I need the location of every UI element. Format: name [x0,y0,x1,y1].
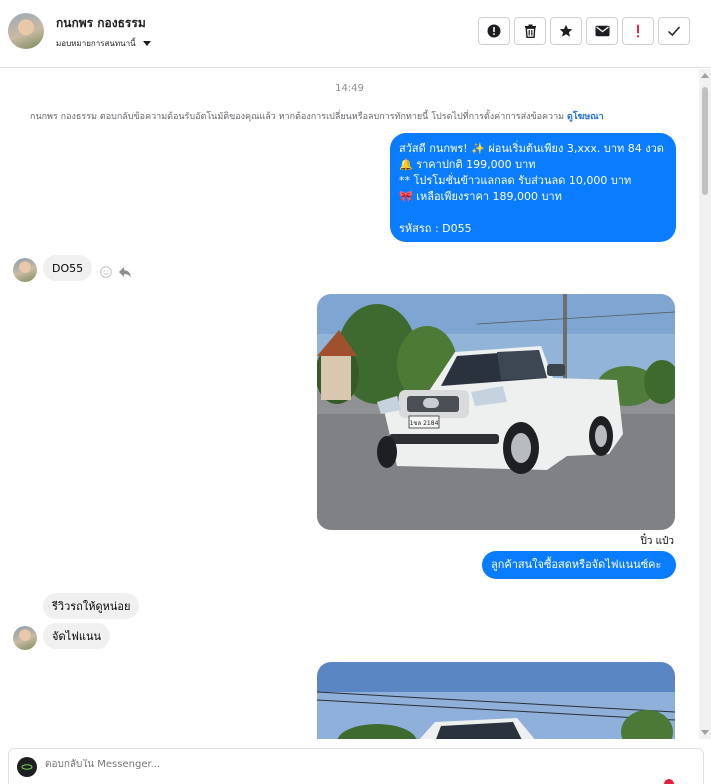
scroll-up-arrow-icon[interactable] [701,73,709,78]
reply-input[interactable] [45,759,545,770]
alert-circle-icon [487,24,501,38]
delete-button[interactable] [514,17,546,45]
scrollbar-thumb[interactable] [702,87,708,195]
thread-scrollbar[interactable] [699,69,711,739]
greeting-line: รหัสรถ : D055 [399,222,472,235]
outgoing-message[interactable]: ลูกค้าสนใจซื้อสดหรือจัดไฟแนนซ์คะ [482,551,676,579]
envelope-icon [595,25,609,37]
reply-composer [8,748,704,784]
sender-label: ปิ๋ว แป๋ว [640,536,674,547]
assign-conversation-dropdown[interactable]: มอบหมายการสนทนานี้ [56,37,151,50]
scroll-down-arrow-icon[interactable] [701,730,709,735]
incoming-message[interactable]: รีวิวรถให้ดูหน่อย [43,593,140,619]
trash-icon [524,24,536,38]
assign-label: มอบหมายการสนทนานี้ [56,39,136,48]
license-plate: 1ขล 2184 [410,420,439,427]
report-button[interactable] [478,17,510,45]
caret-down-icon [142,41,151,46]
star-icon [559,24,573,37]
page-avatar [17,757,37,777]
contact-name[interactable]: กนกพร กองธรรม [56,14,146,33]
message-timestamp: 14:49 [335,83,364,94]
greeting-line [399,205,667,221]
greeting-line: สวัสดี กนกพร! ✨ ผ่อนเริ่มต้นเพียง 3,xxx.… [399,142,664,155]
view-ad-link[interactable]: ดูโฆษณา [567,112,604,122]
notification-indicator [664,779,674,784]
system-note-text: กนกพร กองธรรม ตอบกลับข้อความด้อนรับอัตโน… [30,112,565,122]
contact-avatar[interactable] [8,13,44,49]
header-actions [478,17,690,45]
pickup-truck-image: 1ขล 2184 [317,294,675,530]
incoming-message[interactable]: DO55 [43,255,93,281]
check-icon [667,26,681,37]
system-note: กนกพร กองธรรม ตอบกลับข้อความด้อนรับอัตโน… [30,109,670,123]
spam-button[interactable] [622,17,654,45]
conversation-header: กนกพร กองธรรม มอบหมายการสนทนานี้ [0,0,711,68]
reply-icon[interactable] [118,266,132,278]
exclamation-icon [636,24,640,38]
contact-avatar-small[interactable] [13,258,37,282]
mark-unread-button[interactable] [586,17,618,45]
vehicle-photo[interactable] [317,662,675,739]
greeting-line: ** โปรโมชั่นข้าวแลกลด รับส่วนลด 10,000 บ… [399,174,632,187]
smiley-icon[interactable] [100,266,112,278]
greeting-line: 🎀 เหลือเพียงราคา 189,000 บาท [399,190,562,203]
brand-logo-icon [21,764,33,770]
message-thread[interactable]: 14:49 กนกพร กองธรรม ตอบกลับข้อความด้อนรั… [0,69,699,739]
done-button[interactable] [658,17,690,45]
contact-avatar-small[interactable] [13,626,37,650]
star-button[interactable] [550,17,582,45]
incoming-message[interactable]: จัดไฟแนน [43,623,111,649]
pickup-truck-image [317,662,675,739]
vehicle-photo[interactable]: 1ขล 2184 [317,294,675,530]
message-actions [100,266,132,278]
greeting-message[interactable]: สวัสดี กนกพร! ✨ ผ่อนเริ่มต้นเพียง 3,xxx.… [390,133,676,242]
greeting-line: 🔔 ราคาปกติ 199,000 บาท [399,158,536,171]
